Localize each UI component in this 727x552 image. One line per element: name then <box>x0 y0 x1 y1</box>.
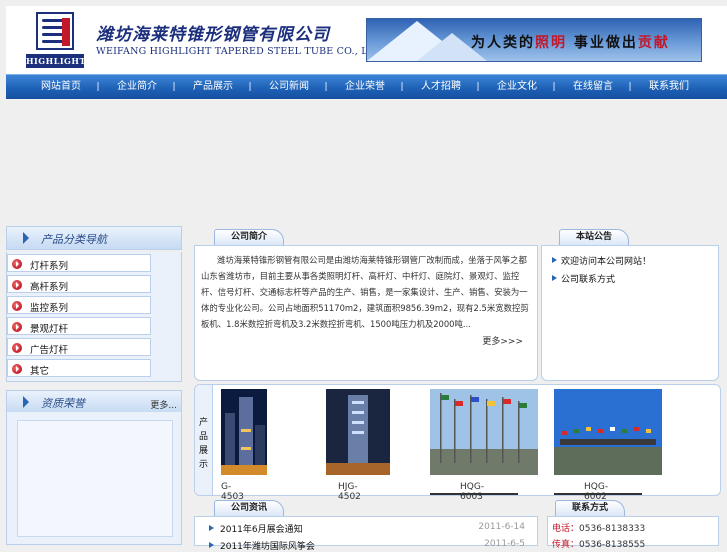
honor-panel-body <box>6 412 182 545</box>
contact-fax: 传真：0536-8138555 <box>552 540 646 550</box>
nav-item-culture[interactable]: 企业文化 <box>486 75 548 99</box>
product-scrollbar[interactable] <box>554 493 642 495</box>
logo-wordmark: HIGHLIGHT <box>26 54 86 68</box>
product-photo <box>221 389 267 475</box>
product-showcase: 产 品 展 示 G-4503 HJG-4502 HQG-6003 HQG-600… <box>194 384 721 502</box>
nav-item-home[interactable]: 网站首页 <box>30 75 92 99</box>
nav-item-jobs[interactable]: 人才招聘 <box>410 75 472 99</box>
main-nav: 网站首页 | 企业简介 | 产品展示 | 公司新闻 | 企业荣誉 | 人才招聘 … <box>6 74 727 99</box>
category-item[interactable]: 灯杆系列 <box>7 254 151 272</box>
bullet-icon <box>12 364 22 374</box>
nav-separator: | <box>400 82 404 92</box>
category-list: 灯杆系列 高杆系列 监控系列 景观灯杆 广告灯杆 其它 <box>6 252 182 382</box>
nav-separator: | <box>552 82 556 92</box>
news-item[interactable]: 2011年6月展会通知 2011-6-14 <box>209 522 525 535</box>
about-panel: 公司简介 潍坊海莱特锥形钢管有限公司是由潍坊海莱特锥形钢管厂改制而成，坐落于风筝… <box>194 229 538 381</box>
about-text: 潍坊海莱特锥形钢管有限公司是由潍坊海莱特锥形钢管厂改制而成，坐落于风筝之都山东省… <box>201 255 529 329</box>
category-panel-header: 产品分类导航 <box>6 226 182 250</box>
nav-item-contact[interactable]: 联系我们 <box>638 75 700 99</box>
about-more-link[interactable]: 更多>>> <box>482 334 523 347</box>
product-caption: HJG-4502 <box>338 482 361 502</box>
product-photo <box>430 389 538 475</box>
notice-body: 欢迎访问本公司网站！ 公司联系方式 <box>541 245 719 381</box>
news-date: 2011-6-14 <box>478 522 525 532</box>
bullet-icon <box>12 322 22 332</box>
nav-item-honors[interactable]: 企业荣誉 <box>334 75 396 99</box>
category-item[interactable]: 高杆系列 <box>7 275 151 293</box>
bullet-icon <box>12 343 22 353</box>
news-panel: 公司资讯 2011年6月展会通知 2011-6-14 2011年潍坊国际风筝会 … <box>194 500 538 552</box>
about-body: 潍坊海莱特锥形钢管有限公司是由潍坊海莱特锥形钢管厂改制而成，坐落于风筝之都山东省… <box>194 245 538 381</box>
nav-separator: | <box>628 82 632 92</box>
company-name-cn: 潍坊海莱特锥形钢管有限公司 <box>96 25 330 45</box>
triangle-bullet-icon <box>209 542 214 548</box>
nav-separator: | <box>324 82 328 92</box>
contact-tab[interactable]: 联系方式 <box>555 500 625 516</box>
company-logo[interactable]: HIGHLIGHT <box>26 10 86 72</box>
notice-tab[interactable]: 本站公告 <box>559 229 629 245</box>
category-item[interactable]: 景观灯杆 <box>7 317 151 335</box>
product-scrollbar[interactable] <box>430 493 518 495</box>
nav-separator: | <box>172 82 176 92</box>
honor-panel-header: 资质荣誉 更多... <box>6 390 182 414</box>
product-caption: HQG-6002 <box>584 482 609 502</box>
honor-more-link[interactable]: 更多... <box>150 398 177 411</box>
contact-phone: 电话：0536-8138333 <box>552 524 646 534</box>
nav-item-products[interactable]: 产品展示 <box>182 75 244 99</box>
nav-separator: | <box>476 82 480 92</box>
nav-item-message[interactable]: 在线留言 <box>562 75 624 99</box>
triangle-bullet-icon <box>209 525 214 531</box>
category-panel-title: 产品分类导航 <box>41 233 107 246</box>
product-caption: HQG-6003 <box>460 482 485 502</box>
honor-gallery <box>17 420 173 537</box>
nav-separator: | <box>96 82 100 92</box>
product-caption: G-4503 <box>221 482 244 502</box>
product-showcase-label: 产 品 展 示 <box>195 385 213 495</box>
news-tab[interactable]: 公司资讯 <box>214 500 284 516</box>
notice-panel: 本站公告 欢迎访问本公司网站！ 公司联系方式 <box>541 229 719 381</box>
banner-slogan: 为人类的照明 事业做出贡献 <box>471 35 670 51</box>
nav-separator: | <box>248 82 252 92</box>
arrow-icon <box>23 232 37 244</box>
category-item[interactable]: 广告灯杆 <box>7 338 151 356</box>
category-item[interactable]: 监控系列 <box>7 296 151 314</box>
category-item[interactable]: 其它 <box>7 359 151 377</box>
news-body: 2011年6月展会通知 2011-6-14 2011年潍坊国际风筝会 2011-… <box>194 516 538 552</box>
honor-panel-title: 资质荣誉 <box>41 397 85 410</box>
notice-item[interactable]: 公司联系方式 <box>552 272 615 285</box>
nav-item-about[interactable]: 企业简介 <box>106 75 168 99</box>
left-column: 产品分类导航 灯杆系列 高杆系列 监控系列 景观灯杆 广告灯杆 其它 资质荣誉 … <box>6 226 182 545</box>
triangle-bullet-icon <box>552 275 557 281</box>
notice-item[interactable]: 欢迎访问本公司网站！ <box>552 254 651 267</box>
nav-item-news[interactable]: 公司新闻 <box>258 75 320 99</box>
site-header: HIGHLIGHT 潍坊海莱特锥形钢管有限公司 WEIFANG HIGHLIGH… <box>6 6 727 74</box>
triangle-bullet-icon <box>552 257 557 263</box>
bullet-icon <box>12 280 22 290</box>
product-photo <box>554 389 662 475</box>
arrow-icon <box>23 396 37 408</box>
bullet-icon <box>12 301 22 311</box>
logo-emblem-icon <box>36 12 74 50</box>
news-item[interactable]: 2011年潍坊国际风筝会 2011-6-5 <box>209 539 525 552</box>
company-name-en: WEIFANG HIGHLIGHT TAPERED STEEL TUBE CO.… <box>96 46 385 57</box>
contact-panel: 联系方式 电话：0536-8138333 传真：0536-8138555 <box>547 500 719 550</box>
about-tab[interactable]: 公司简介 <box>214 229 284 245</box>
bullet-icon <box>12 259 22 269</box>
contact-body: 电话：0536-8138333 传真：0536-8138555 <box>547 516 719 550</box>
product-photo <box>326 389 390 475</box>
news-date: 2011-6-5 <box>484 539 525 549</box>
header-banner: 为人类的照明 事业做出贡献 <box>366 18 702 62</box>
